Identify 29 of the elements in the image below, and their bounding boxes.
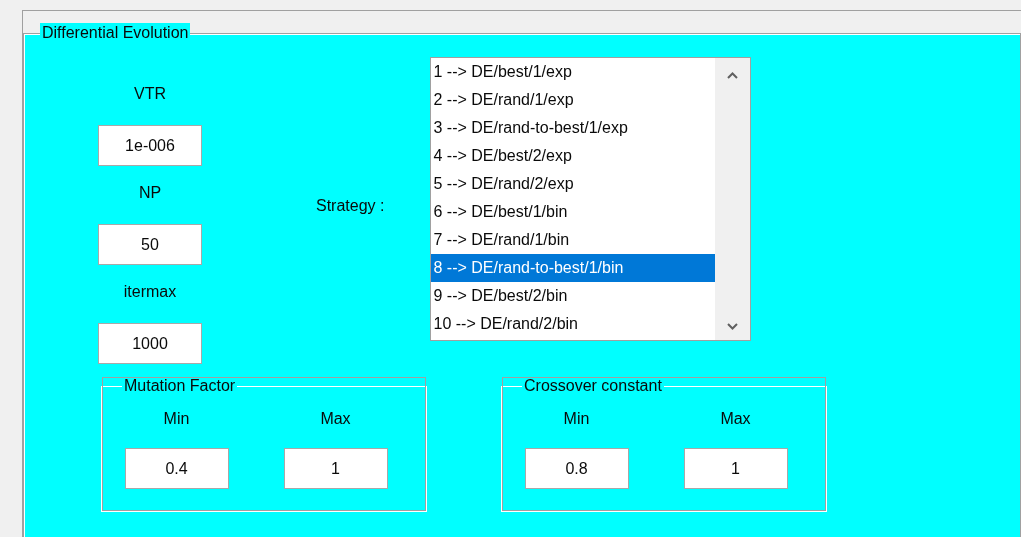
field-label: itermax [123,283,177,301]
input-field[interactable]: 1 [683,448,788,489]
scrollbar[interactable] [715,58,751,340]
input-field[interactable]: 1 [283,448,388,489]
input-field[interactable]: 50 [98,224,202,265]
list-item[interactable]: 8 --> DE/rand-to-best/1/bin [431,254,716,282]
strategy-label: Strategy : [316,196,385,216]
field-label: Min [563,410,590,428]
strategy-listbox[interactable] [430,57,752,341]
input-field[interactable]: 1e-006 [98,125,202,166]
list-item[interactable]: 6 --> DE/best/1/bin [431,198,716,226]
list-item[interactable]: 9 --> DE/best/2/bin [431,282,716,310]
list-item[interactable]: 2 --> DE/rand/1/exp [431,86,716,114]
field-label: Max [720,410,751,428]
field-label: NP [138,184,162,202]
list-item[interactable]: 10 --> DE/rand/2/bin [431,310,716,338]
field-label: VTR [134,85,166,103]
list-item[interactable]: 5 --> DE/rand/2/exp [431,170,716,198]
input-field[interactable]: 0.4 [124,448,229,489]
field-label: Min [163,410,190,428]
field-label: Max [320,410,351,428]
scroll-down-icon[interactable] [727,323,739,330]
scroll-up-icon[interactable] [727,72,739,79]
list-item[interactable]: 7 --> DE/rand/1/bin [431,226,716,254]
list-item[interactable]: 3 --> DE/rand-to-best/1/exp [431,114,716,142]
input-field[interactable]: 1000 [98,323,202,364]
list-item[interactable]: 1 --> DE/best/1/exp [431,58,716,86]
input-field[interactable]: 0.8 [524,448,629,489]
list-item[interactable]: 4 --> DE/best/2/exp [431,142,716,170]
